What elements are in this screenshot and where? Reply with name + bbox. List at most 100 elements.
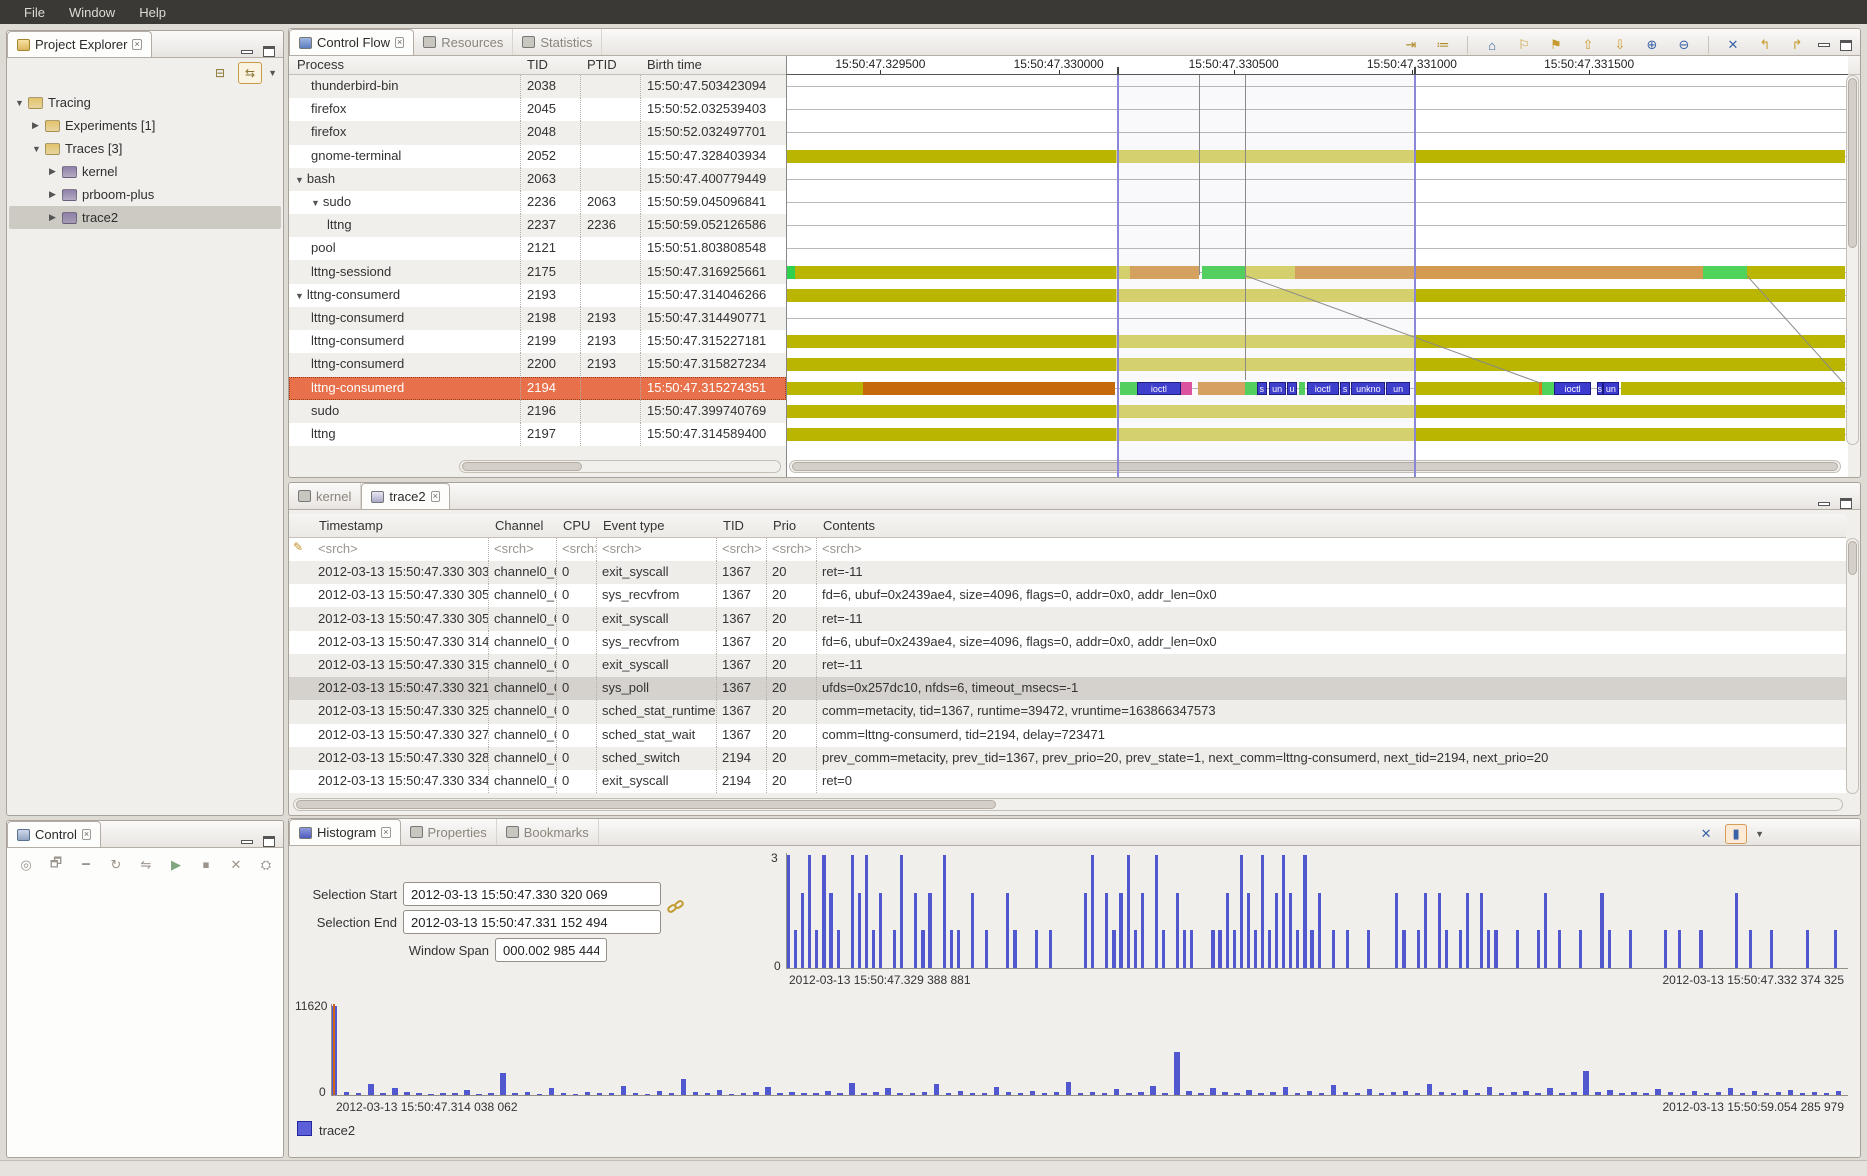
- reset-zoom-home-icon[interactable]: ⌂: [1481, 35, 1503, 55]
- activate-trace-histogram-icon[interactable]: ▮: [1725, 824, 1747, 844]
- tree-item-kernel[interactable]: ▶kernel: [9, 160, 281, 183]
- hide-arrows-icon[interactable]: ✕: [1722, 35, 1744, 55]
- process-row-2200[interactable]: lttng-consumerd2200219315:50:47.31582723…: [289, 353, 786, 376]
- expander-icon[interactable]: ▶: [32, 120, 45, 131]
- process-row-2198[interactable]: lttng-consumerd2198219315:50:47.31449077…: [289, 307, 786, 330]
- process-row-2194[interactable]: lttng-consumerd219415:50:47.315274351: [289, 377, 786, 400]
- timeline-vscrollbar[interactable]: [1846, 75, 1859, 445]
- tree-item-trace2[interactable]: ▶trace2: [9, 206, 281, 229]
- expander-icon[interactable]: ▼: [311, 198, 320, 208]
- minimize-icon[interactable]: [1818, 502, 1830, 506]
- event-row[interactable]: 2012-03-13 15:50:47.330 303 063channel0_…: [289, 561, 1846, 584]
- event-row[interactable]: 2012-03-13 15:50:47.330 325 927channel0_…: [289, 700, 1846, 723]
- selection-start-input[interactable]: [403, 882, 661, 906]
- minimize-icon[interactable]: [1818, 43, 1830, 47]
- process-row-2175[interactable]: lttng-sessiond217515:50:47.316925661: [289, 261, 786, 284]
- event-row[interactable]: 2012-03-13 15:50:47.330 327 647channel0_…: [289, 724, 1846, 747]
- expander-icon[interactable]: ▼: [295, 175, 304, 185]
- process-row-2048[interactable]: firefox204815:50:52.032497701: [289, 121, 786, 144]
- events-hscrollbar[interactable]: [293, 798, 1843, 811]
- event-row[interactable]: 2012-03-13 15:50:47.330 305 163channel0_…: [289, 584, 1846, 607]
- column-header-event-type[interactable]: Event type: [603, 518, 664, 533]
- event-row[interactable]: 2012-03-13 15:50:47.330 314 415channel0_…: [289, 631, 1846, 654]
- import-icon[interactable]: ⇋: [135, 855, 157, 875]
- column-header-contents[interactable]: Contents: [823, 518, 875, 533]
- connect-icon[interactable]: 🗗: [45, 855, 67, 875]
- minimize-icon[interactable]: [241, 840, 253, 844]
- stop-trace-icon[interactable]: ⏹: [195, 855, 217, 875]
- tab-kernel[interactable]: kernel: [289, 483, 361, 509]
- close-icon[interactable]: ×: [431, 491, 440, 502]
- tab-control-flow[interactable]: Control Flow×: [289, 29, 414, 55]
- search-filter-row[interactable]: ✎<srch><srch><srch><srch><srch><srch><sr…: [289, 538, 1846, 561]
- close-icon[interactable]: ×: [381, 827, 390, 838]
- process-row-2063[interactable]: ▼bash206315:50:47.400779449: [289, 168, 786, 191]
- expander-icon[interactable]: ▼: [32, 144, 45, 154]
- menu-item-window[interactable]: Window: [59, 2, 125, 23]
- column-header-prio[interactable]: Prio: [773, 518, 796, 533]
- hide-lost-events-icon[interactable]: ✕: [1695, 824, 1717, 844]
- column-header-cpu[interactable]: CPU: [563, 518, 590, 533]
- process-row-2121[interactable]: pool212115:50:51.803808548: [289, 237, 786, 260]
- destroy-session-icon[interactable]: ✕: [225, 855, 247, 875]
- tree-item-tracing[interactable]: ▼Tracing: [9, 91, 281, 114]
- show-legend-icon[interactable]: ≔: [1432, 35, 1454, 55]
- close-icon[interactable]: ×: [395, 37, 404, 48]
- column-header-tid[interactable]: TID: [723, 518, 744, 533]
- events-column-headers[interactable]: Timestamp Channel CPU Event type TID Prio Cont…: [289, 514, 1846, 538]
- menu-item-file[interactable]: File: [14, 2, 55, 23]
- tab-bookmarks[interactable]: Bookmarks: [497, 819, 599, 845]
- disconnect-icon[interactable]: 🗕: [75, 855, 97, 875]
- tab-resources[interactable]: Resources: [414, 29, 513, 55]
- control-flow-timeline[interactable]: ioctlsunuioctlsunknounioctlsun: [786, 75, 1848, 477]
- process-row-2197[interactable]: lttng219715:50:47.314589400: [289, 423, 786, 446]
- follow-forward-icon[interactable]: ↱: [1786, 35, 1808, 55]
- event-row[interactable]: 2012-03-13 15:50:47.330 315 574channel0_…: [289, 654, 1846, 677]
- close-icon[interactable]: ×: [132, 39, 141, 50]
- maximize-icon[interactable]: [263, 46, 275, 57]
- selection-end-input[interactable]: [403, 910, 661, 934]
- tree-item-prboom-plus[interactable]: ▶prboom-plus: [9, 183, 281, 206]
- column-header-birth-time[interactable]: Birth time: [647, 57, 702, 72]
- process-row-2237[interactable]: lttng2237223615:50:59.052126586: [289, 214, 786, 237]
- maximize-icon[interactable]: [1840, 40, 1852, 51]
- tab-properties[interactable]: Properties: [401, 819, 497, 845]
- event-row[interactable]: 2012-03-13 15:50:47.330 321 437channel0_…: [289, 677, 1846, 700]
- table-hscrollbar[interactable]: [459, 460, 781, 473]
- zoom-out-icon[interactable]: ⊖: [1673, 35, 1695, 55]
- view-menu-icon[interactable]: ▼: [1755, 829, 1764, 839]
- refresh-icon[interactable]: ↻: [105, 855, 127, 875]
- collapse-all-icon[interactable]: ⊟: [208, 62, 232, 84]
- event-row[interactable]: 2012-03-13 15:50:47.330 328 243channel0_…: [289, 747, 1846, 770]
- column-header-channel[interactable]: Channel: [495, 518, 543, 533]
- window-span-input[interactable]: [495, 938, 607, 962]
- column-header-timestamp[interactable]: Timestamp: [319, 518, 383, 533]
- column-header-process[interactable]: Process: [297, 57, 344, 72]
- expander-icon[interactable]: ▼: [15, 98, 28, 108]
- tab-trace2[interactable]: trace2×: [361, 483, 449, 509]
- tab-statistics[interactable]: Statistics: [513, 29, 602, 55]
- quick-session-icon[interactable]: ⛭: [255, 855, 277, 875]
- timeline-axis[interactable]: 15:50:47.32950015:50:47.33000015:50:47.3…: [786, 56, 1848, 75]
- link-selection-icon[interactable]: [667, 899, 687, 919]
- search-pencil-icon[interactable]: ✎: [289, 538, 313, 561]
- event-row[interactable]: 2012-03-13 15:50:47.330 334 354channel0_…: [289, 770, 1846, 793]
- maximize-icon[interactable]: [1840, 498, 1852, 509]
- start-trace-icon[interactable]: ▶: [165, 855, 187, 875]
- column-header-tid[interactable]: TID: [527, 57, 548, 72]
- maximize-icon[interactable]: [263, 836, 275, 847]
- process-row-2196[interactable]: sudo219615:50:47.399740769: [289, 400, 786, 423]
- expander-icon[interactable]: ▼: [295, 291, 304, 301]
- process-row-2052[interactable]: gnome-terminal205215:50:47.328403934: [289, 145, 786, 168]
- process-row-2199[interactable]: lttng-consumerd2199219315:50:47.31522718…: [289, 330, 786, 353]
- next-event-flag-icon[interactable]: ⚑: [1545, 35, 1567, 55]
- previous-process-icon[interactable]: ⇧: [1577, 35, 1599, 55]
- expander-icon[interactable]: ▶: [49, 212, 62, 223]
- tree-item-traces-3-[interactable]: ▼Traces [3]: [9, 137, 281, 160]
- small-histogram-plot[interactable]: [786, 853, 1848, 969]
- tab-project-explorer[interactable]: Project Explorer ×: [7, 31, 152, 57]
- zoom-in-icon[interactable]: ⊕: [1641, 35, 1663, 55]
- process-row-2038[interactable]: thunderbird-bin203815:50:47.503423094: [289, 75, 786, 98]
- align-views-icon[interactable]: ⇥: [1400, 35, 1422, 55]
- expander-icon[interactable]: ▶: [49, 189, 62, 200]
